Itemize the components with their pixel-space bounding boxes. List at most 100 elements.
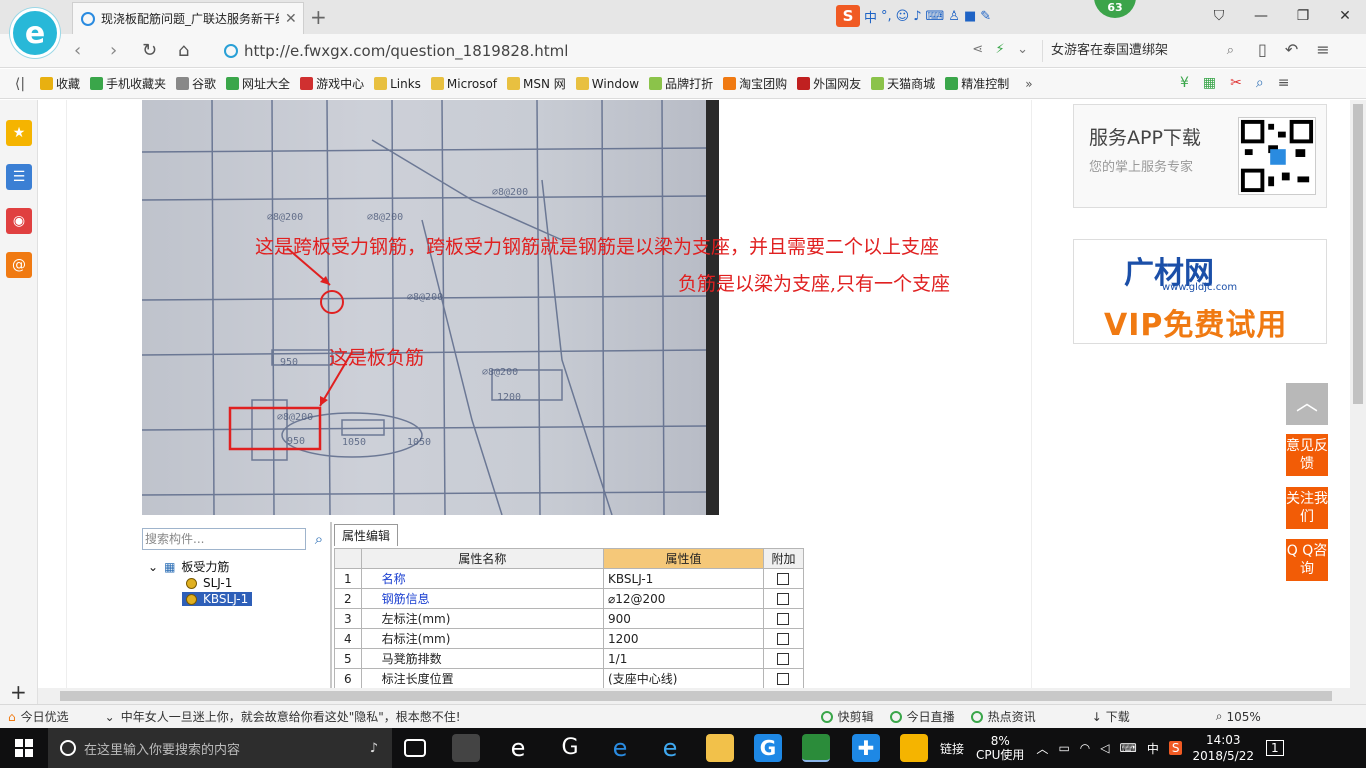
property-value[interactable]: (支座中心线): [603, 668, 764, 688]
minimize-icon[interactable]: —: [1240, 0, 1282, 32]
action-center-icon[interactable]: 1: [1266, 740, 1284, 756]
property-value[interactable]: 1/1: [603, 648, 764, 669]
property-value[interactable]: 1200: [603, 628, 764, 649]
favorite-item[interactable]: 手机收藏夹: [90, 75, 166, 92]
extra-checkbox[interactable]: [777, 653, 790, 665]
favorite-item[interactable]: 外国网友: [797, 75, 861, 92]
mobile-icon[interactable]: ▯: [1258, 40, 1267, 59]
fav-menu-icon[interactable]: ≡: [1278, 75, 1290, 91]
favorite-item[interactable]: Microsof: [430, 75, 497, 92]
follow-us-button[interactable]: 关注我们: [1286, 487, 1328, 529]
tool-plus-icon[interactable]: ✚: [852, 734, 880, 762]
extra-checkbox[interactable]: [777, 633, 790, 645]
qq-consult-button[interactable]: Q Q咨询: [1286, 539, 1328, 581]
forward-icon[interactable]: ›: [110, 40, 117, 61]
reading-list-icon[interactable]: ☰: [6, 164, 32, 190]
tree-root[interactable]: ⌄ ▦ 板受力筋: [148, 558, 229, 575]
favorite-item[interactable]: Links: [374, 75, 421, 92]
task-view-icon[interactable]: [404, 739, 426, 757]
favorite-item[interactable]: Window: [575, 75, 639, 92]
links-toolbar[interactable]: 链接: [940, 740, 964, 757]
pinwheel-app-icon[interactable]: [452, 734, 480, 762]
favorite-item[interactable]: 品牌打折: [649, 75, 713, 92]
find-icon[interactable]: ⌕: [1256, 75, 1264, 91]
chevron-down-icon[interactable]: ⌄: [1017, 42, 1028, 57]
more-favorites-icon[interactable]: »: [1025, 77, 1032, 91]
browser-logo-icon[interactable]: e: [10, 8, 60, 58]
favorite-item[interactable]: 网址大全: [226, 75, 290, 92]
extra-checkbox[interactable]: [777, 573, 790, 585]
sidebar-toggle-icon[interactable]: ⟨|: [0, 76, 40, 92]
emoji-icon[interactable]: ☺: [896, 9, 910, 24]
restore-icon[interactable]: ❐: [1282, 0, 1324, 32]
extra-checkbox[interactable]: [777, 613, 790, 625]
property-value[interactable]: ⌀12@200: [603, 588, 764, 609]
glodon-g-icon[interactable]: G: [556, 734, 584, 762]
downloads[interactable]: ↓ 下载: [1092, 708, 1130, 725]
gld-app-icon[interactable]: G: [754, 734, 782, 762]
ime-indicator[interactable]: 中: [1147, 740, 1159, 757]
favorite-item[interactable]: 天猫商城: [871, 75, 935, 92]
favorite-item[interactable]: 收藏: [40, 75, 80, 92]
yen-icon[interactable]: ¥: [1180, 75, 1189, 91]
grid-icon[interactable]: ▦: [1203, 75, 1216, 91]
quick-cut[interactable]: 快剪辑: [820, 708, 874, 725]
browser-360-icon[interactable]: [802, 734, 830, 762]
notification-badge[interactable]: 63: [1094, 0, 1136, 18]
property-value[interactable]: 900: [603, 608, 764, 629]
tree-item-kbslj1[interactable]: KBSLJ-1: [182, 592, 253, 606]
extra-checkbox[interactable]: [777, 593, 790, 605]
favorite-item[interactable]: MSN 网: [507, 75, 566, 92]
tree-item-slj1[interactable]: SLJ-1: [186, 576, 232, 590]
skin-shirt-icon[interactable]: ⛉: [1198, 0, 1240, 32]
mic-icon[interactable]: ♪: [913, 9, 921, 24]
scroll-thumb[interactable]: [60, 691, 1332, 701]
today-live[interactable]: 今日直播: [889, 708, 955, 725]
volume-icon[interactable]: ◁: [1100, 741, 1109, 755]
property-row[interactable]: 1 名称 KBSLJ-1: [334, 568, 805, 589]
keyboard-icon[interactable]: ⌨: [1120, 741, 1137, 755]
extra-checkbox[interactable]: [777, 673, 790, 685]
app-download-ad[interactable]: 服务APP下载 您的掌上服务专家: [1073, 104, 1327, 208]
weibo-icon[interactable]: ◉: [6, 208, 32, 234]
property-row[interactable]: 3 左标注(mm) 900: [334, 608, 805, 629]
property-value[interactable]: KBSLJ-1: [603, 568, 764, 589]
search-icon[interactable]: ⌕: [308, 528, 330, 550]
gldjc-vip-ad[interactable]: 广材网 www.gldjc.com VIP免费试用: [1073, 239, 1327, 344]
sogou-lang-toggle[interactable]: 中: [864, 7, 877, 26]
notes-icon[interactable]: [900, 734, 928, 762]
wrench-icon[interactable]: ✎: [980, 9, 991, 24]
scroll-thumb[interactable]: [1353, 104, 1363, 404]
browser-e-icon[interactable]: e: [504, 734, 532, 762]
scissors-icon[interactable]: ✂: [1230, 75, 1242, 91]
today-picks[interactable]: ⌂ 今日优选: [8, 708, 69, 725]
sogou-tray-icon[interactable]: S: [1168, 741, 1183, 755]
clock[interactable]: 14:03 2018/5/22: [1192, 732, 1254, 764]
tab-property-edit[interactable]: 属性编辑: [334, 524, 398, 546]
ie-icon[interactable]: e: [656, 734, 684, 762]
favorite-item[interactable]: 谷歌: [176, 75, 216, 92]
sogou-logo-icon[interactable]: S: [836, 5, 860, 27]
cpu-meter[interactable]: 8% CPU使用: [976, 734, 1024, 762]
search-input[interactable]: 女游客在泰国遭绑架 ⌕: [1042, 40, 1242, 62]
collapse-icon[interactable]: ⌄: [148, 560, 158, 574]
horizontal-scrollbar[interactable]: [38, 688, 1350, 704]
favorite-item[interactable]: 游戏中心: [300, 75, 364, 92]
taskbar-search-box[interactable]: 在这里输入你要搜索的内容 ♪: [48, 728, 392, 768]
hot-news[interactable]: 热点资讯: [970, 708, 1036, 725]
component-search-input[interactable]: 搜索构件...: [142, 528, 306, 550]
edge-icon[interactable]: e: [606, 734, 634, 762]
file-explorer-icon[interactable]: [706, 734, 734, 762]
wifi-icon[interactable]: ◠: [1080, 741, 1090, 755]
url-field[interactable]: http://e.fwxgx.com/question_1819828.html…: [224, 40, 1040, 62]
home-icon[interactable]: ⌂: [178, 40, 189, 61]
favorite-item[interactable]: 淘宝团购: [723, 75, 787, 92]
add-sidebar-icon[interactable]: +: [10, 680, 27, 704]
tab-current[interactable]: 现浇板配筋问题_广联达服务新干线 ✕: [72, 2, 304, 34]
property-row[interactable]: 5 马凳筋排数 1/1: [334, 648, 805, 669]
share-icon[interactable]: ⋖: [972, 42, 983, 57]
skin-icon[interactable]: ■: [964, 9, 976, 24]
back-icon[interactable]: ‹: [74, 40, 81, 61]
mic-icon[interactable]: ♪: [370, 741, 378, 756]
vertical-scrollbar[interactable]: [1350, 100, 1366, 704]
